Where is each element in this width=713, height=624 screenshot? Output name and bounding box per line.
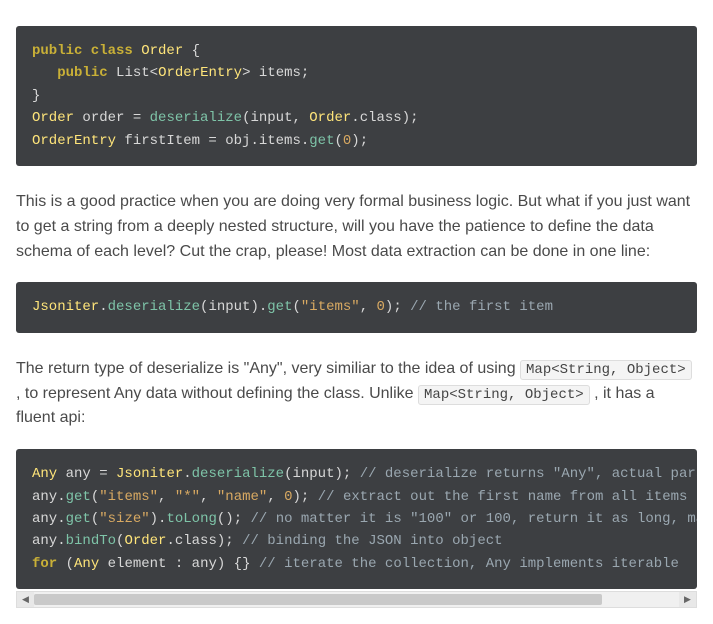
punct: } [32,88,40,104]
paragraph-2: The return type of deserialize is "Any",… [16,357,697,431]
ident: items [259,133,301,149]
type: Jsoniter [116,466,183,482]
punct: > [242,65,259,81]
code-block-3: Any any = Jsoniter.deserialize(input); /… [16,449,697,589]
keyword: public [57,65,107,81]
paragraph-1: This is a good practice when you are doi… [16,190,697,264]
type: Order [309,110,351,126]
punct: ); [351,133,368,149]
code-block-1: public class Order { public List<OrderEn… [16,26,697,166]
func: get [267,299,292,315]
comment: // binding the JSON into object [242,533,502,549]
string: "size" [99,511,149,527]
number: 0 [377,299,385,315]
string: "items" [301,299,360,315]
punct: , [158,489,175,505]
string: "name" [217,489,267,505]
text: (input). [200,299,267,315]
punct: ( [57,556,74,572]
punct: (); [217,511,251,527]
punct: . [99,299,107,315]
type: Order [32,110,74,126]
text: any = [57,466,116,482]
string: "*" [175,489,200,505]
text: firstItem = obj. [116,133,259,149]
punct: { [183,43,200,59]
func: get [66,511,91,527]
punct: ); [293,489,318,505]
code-block-2: Jsoniter.deserialize(input).get("items",… [16,282,697,332]
type: OrderEntry [158,65,242,81]
func: deserialize [108,299,200,315]
text: any. [32,489,66,505]
keyword: for [32,556,57,572]
number: 0 [284,489,292,505]
punct: ); [385,299,410,315]
type: List [108,65,150,81]
text: (input); [284,466,360,482]
punct: ). [150,511,167,527]
punct: . [301,133,309,149]
type: Any [32,466,57,482]
punct: < [150,65,158,81]
string: "items" [99,489,158,505]
text: any. [32,533,66,549]
comment: // extract out the first name from all i… [318,489,688,505]
comment: // iterate the collection, Any implement… [259,556,679,572]
punct: . [183,466,191,482]
comment: // no matter it is "100" or 100, return … [251,511,698,527]
scroll-right-button[interactable]: ▶ [679,592,696,607]
keyword: public class [32,43,133,59]
func: bindTo [66,533,116,549]
punct: ( [91,511,99,527]
text: .class); [351,110,418,126]
func: toLong [166,511,216,527]
scrollbar-thumb[interactable] [34,594,602,605]
comment: // the first item [410,299,553,315]
ident: items [259,65,301,81]
type: OrderEntry [32,133,116,149]
punct: , [360,299,377,315]
type: Order [124,533,166,549]
inline-code-map2: Map<String, Object> [418,385,590,405]
scrollbar-track[interactable] [34,592,679,607]
horizontal-scrollbar[interactable]: ◀ ▶ [16,591,697,608]
text: .class); [166,533,242,549]
punct: , [200,489,217,505]
punct: ( [334,133,342,149]
text: order = [74,110,150,126]
punct: ; [301,65,309,81]
func: get [309,133,334,149]
scroll-left-button[interactable]: ◀ [17,592,34,607]
punct: ( [91,489,99,505]
text: , to represent Any data without defining… [16,385,418,402]
type-name: Order [133,43,183,59]
comment: // deserialize returns "Any", actual par… [360,466,697,482]
text: element : any) {} [99,556,259,572]
type: Jsoniter [32,299,99,315]
func: deserialize [150,110,242,126]
inline-code-map: Map<String, Object> [520,360,692,380]
func: get [66,489,91,505]
func: deserialize [192,466,284,482]
text: The return type of deserialize is "Any",… [16,360,520,377]
punct: , [267,489,284,505]
type: Any [74,556,99,572]
text: (input, [242,110,309,126]
text: any. [32,511,66,527]
punct: ( [292,299,300,315]
